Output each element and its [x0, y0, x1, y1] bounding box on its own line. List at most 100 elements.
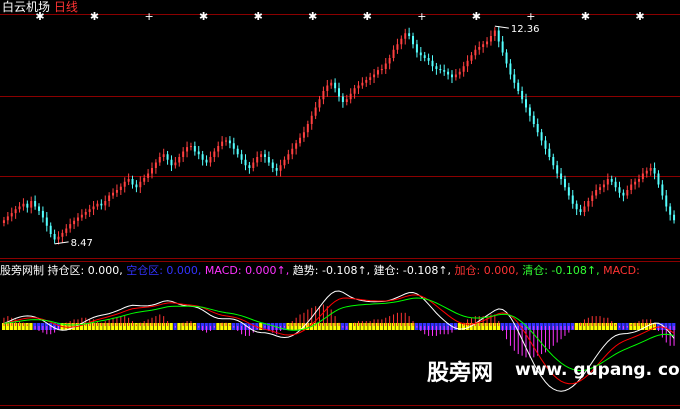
- indicator-items: 持仓区: 0.000, 空仓区: 0.000, MACD: 0.000↑, 趋势…: [48, 264, 640, 277]
- signal-marker-star: ✱: [308, 10, 317, 23]
- candle-body: [170, 159, 173, 166]
- candle-body: [606, 179, 609, 185]
- candle-body: [221, 141, 224, 146]
- candle-body: [22, 203, 25, 207]
- candle-body: [41, 210, 44, 218]
- candle-body: [618, 187, 621, 193]
- candle-body: [178, 157, 181, 163]
- candle-body: [470, 55, 473, 61]
- candle-body: [252, 162, 255, 168]
- candle-body: [396, 44, 399, 50]
- candle-body: [330, 82, 333, 86]
- candle-body: [263, 154, 266, 157]
- candle-body: [369, 77, 372, 80]
- candle-body: [38, 206, 41, 211]
- candle-body: [521, 91, 524, 100]
- candle-body: [260, 154, 263, 157]
- candle-body: [571, 195, 574, 204]
- candle-body: [365, 80, 368, 83]
- position-zone-bar: [134, 323, 138, 330]
- candle-body: [182, 151, 185, 157]
- high-price-label: 12.36: [511, 24, 540, 35]
- candle-body: [536, 124, 539, 133]
- candle-body: [509, 63, 512, 75]
- candle-body: [80, 214, 83, 218]
- position-zone-bar: [629, 323, 633, 330]
- chart-header: 白云机场 日线: [2, 0, 78, 14]
- candle-body: [240, 154, 243, 160]
- position-zone-bar: [227, 323, 232, 330]
- candle-body: [326, 85, 329, 91]
- candle-body: [287, 154, 290, 160]
- candle-body: [299, 137, 302, 144]
- candle-body: [201, 154, 204, 160]
- candle-body: [649, 168, 652, 171]
- position-zone-bar: [25, 323, 29, 330]
- signal-marker-star: ✱: [90, 10, 99, 23]
- candle-body: [34, 201, 37, 207]
- candle-body: [435, 66, 438, 69]
- candle-body: [447, 71, 450, 75]
- candle-body: [486, 41, 489, 45]
- candle-body: [610, 179, 613, 182]
- candle-body: [314, 107, 317, 116]
- candle-body: [474, 49, 477, 56]
- candle-body: [302, 132, 305, 138]
- candle-body: [556, 165, 559, 174]
- candle-body: [275, 168, 278, 171]
- position-zone-bar: [216, 323, 220, 330]
- candle-body: [373, 74, 376, 78]
- candle-body: [349, 93, 352, 100]
- candle-body: [217, 146, 220, 152]
- candle-body: [384, 63, 387, 69]
- candle-body: [213, 151, 216, 157]
- candle-body: [256, 157, 259, 163]
- watermark-cn: 股旁网: [427, 361, 494, 386]
- candle-body: [497, 30, 500, 42]
- candle-body: [65, 228, 68, 233]
- candle-body: [427, 58, 430, 61]
- candle-body: [147, 173, 150, 178]
- stock-chart-window: 12.36 8.47 ✱ ✱ + ✱ ✱ ✱ ✱ + ✱ + ✱ ✱ 白云机场 日线 股旁网制 持仓区: …: [0, 0, 680, 409]
- high-price-pointer: [494, 25, 509, 29]
- candle-body: [248, 165, 251, 168]
- candle-body: [657, 173, 660, 185]
- candle-body: [84, 212, 87, 215]
- candle-body: [478, 47, 481, 50]
- candle-body: [599, 187, 602, 190]
- candle-body: [443, 70, 446, 72]
- candle-body: [18, 206, 21, 210]
- candle-body: [100, 203, 103, 206]
- candle-body: [431, 60, 434, 67]
- candle-body: [376, 70, 379, 75]
- candle-body: [49, 225, 52, 234]
- candle-body: [112, 192, 115, 196]
- candle-body: [361, 82, 364, 86]
- position-zone-bar: [29, 323, 33, 330]
- candle-body: [591, 195, 594, 201]
- candle-body: [341, 96, 344, 102]
- candle-body: [209, 157, 212, 163]
- candle-body: [540, 132, 543, 141]
- candle-body: [388, 58, 391, 64]
- candle-body: [634, 181, 637, 185]
- candle-body: [189, 146, 192, 148]
- position-zone-bar: [169, 323, 173, 330]
- candle-body: [108, 195, 111, 201]
- candle-body: [154, 162, 157, 168]
- candle-body: [466, 60, 469, 67]
- candle-body: [408, 33, 411, 36]
- candle-body: [14, 209, 17, 214]
- candle-body: [6, 216, 9, 221]
- signal-marker-star: ✱: [254, 10, 263, 23]
- candle-body: [205, 159, 208, 163]
- legend-item-3: 趋势: -0.108↑,: [289, 264, 371, 277]
- chart-canvas[interactable]: 12.368.47✱ ✱ + ✱ ✱ ✱ ✱ + ✱ + ✱ ✱: [0, 0, 680, 409]
- candle-body: [505, 52, 508, 64]
- low-price-pointer: [54, 241, 69, 245]
- candle-body: [127, 179, 130, 182]
- signal-marker-star: ✱: [635, 10, 644, 23]
- candle-body: [45, 217, 48, 226]
- signal-marker-star: ✱: [199, 10, 208, 23]
- candle-body: [567, 187, 570, 196]
